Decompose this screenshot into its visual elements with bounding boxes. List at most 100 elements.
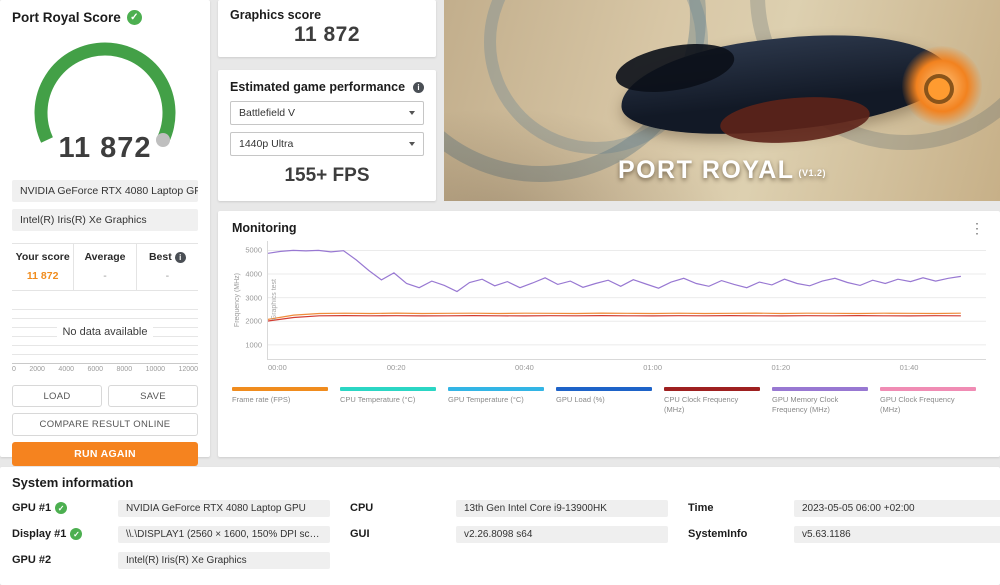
estimated-fps: 155+ FPS [284, 165, 370, 186]
airship-canopy [612, 35, 738, 101]
monitoring-legend: Frame rate (FPS) CPU Temperature (°C) GPU … [232, 387, 986, 415]
legend-item: CPU Temperature (°C) [340, 387, 436, 415]
legend-label: CPU Temperature (°C) [340, 395, 416, 404]
preset-select[interactable]: 1440p Ultra [230, 132, 424, 156]
port-royal-hero-banner: PORT ROYAL (V1.2) [444, 0, 1000, 201]
save-button[interactable]: SAVE [108, 385, 198, 407]
load-button[interactable]: LOAD [12, 385, 102, 407]
y-tick-label: 1000 [245, 340, 262, 350]
system-information-panel: System information GPU #1 ✓ NVIDIA GeForce… [0, 467, 1000, 585]
x-tick-label: 01:40 [899, 363, 919, 372]
your-score-column: Your score 11 872 [12, 244, 73, 290]
axis-tick: 0 [12, 366, 16, 373]
axis-tick: 12000 [178, 366, 198, 373]
monitoring-title: Monitoring [232, 221, 297, 235]
graphics-score-value: 11 872 [293, 23, 361, 46]
score-comparison: Your score 11 872 Average - Best i - [12, 243, 198, 291]
gpu1-pill: NVIDIA GeForce RTX 4080 Laptop GPU [12, 180, 198, 202]
average-value: - [103, 270, 107, 282]
sysinfo-row: Display #1 ✓ \\.\DISPLAY1 (2560 × 1600, 15… [12, 524, 340, 544]
airship-keel [718, 91, 872, 149]
axis-tick: 4000 [58, 366, 74, 373]
x-tick-label: 01:20 [771, 363, 791, 372]
game-select[interactable]: Battlefield V [230, 101, 424, 125]
page-title: Port Royal Score [12, 10, 121, 25]
engine-glow [902, 46, 982, 126]
legend-item: GPU Memory Clock Frequency (MHz) [772, 387, 868, 415]
game-performance-title: Estimated game performance [230, 80, 406, 94]
your-score-value: 11 872 [26, 270, 59, 282]
sysinfo-label: GPU #1 ✓ [12, 502, 118, 514]
y-tick-label: 5000 [245, 245, 262, 255]
no-data-label: No data available [57, 324, 153, 339]
legend-label: GPU Memory Clock Frequency (MHz) [772, 395, 839, 415]
sysinfo-value: v5.63.1186 [794, 525, 1000, 543]
sysinfo-value: v2.26.8098 s64 [456, 525, 668, 543]
kebab-menu-icon[interactable]: ⋮ [968, 221, 986, 235]
sysinfo-label: CPU [350, 502, 374, 514]
y-ticks: 5000 4000 3000 2000 1000 [243, 241, 267, 359]
game-performance-card: Estimated game performance i Battlefield… [218, 70, 436, 201]
series-line [268, 314, 961, 322]
legend-label: GPU Load (%) [556, 395, 605, 404]
axis-tick: 8000 [116, 366, 133, 373]
legend-label: CPU Clock Frequency (MHz) [664, 395, 739, 415]
axis-tick: 10000 [145, 366, 166, 373]
sysinfo-group-1: CPU 13th Gen Intel Core i9-13900HK GUI v2.2… [350, 492, 678, 570]
sysinfo-row: SystemInfo v5.63.1186 [688, 524, 1000, 544]
average-column: Average - [73, 244, 135, 290]
engine-core [924, 74, 954, 104]
legend-label: Frame rate (FPS) [232, 395, 291, 404]
x-tick-label: 00:40 [515, 363, 534, 372]
score-gauge: 11 872 [12, 27, 198, 173]
compare-result-online-button[interactable]: COMPARE RESULT ONLINE [12, 413, 198, 436]
sysinfo-label: GPU #2 [12, 554, 52, 566]
y-tick-label: 2000 [245, 316, 262, 326]
ring-structure-decoration [484, 0, 708, 154]
game-performance-info-icon[interactable]: i [413, 81, 424, 93]
sysinfo-value: 13th Gen Intel Core i9-13900HK [456, 499, 668, 517]
hero-title: PORT ROYAL (V1.2) [444, 156, 1000, 185]
hero-title-text: PORT ROYAL [617, 156, 795, 184]
axis-tick: 6000 [87, 366, 104, 373]
score-panel: Port Royal Score ✓ 11 872 NVIDIA GeForce… [0, 0, 210, 466]
sysinfo-label: Display #1 ✓ [12, 528, 118, 540]
y-tick-label: 4000 [245, 269, 262, 279]
best-column: Best i - [135, 244, 198, 290]
sysinfo-value: \\.\DISPLAY1 (2560 × 1600, 150% DPI scal… [118, 525, 330, 543]
legend-item: GPU Temperature (°C) [448, 387, 544, 415]
legend-swatch [448, 387, 544, 391]
ring-structure-decoration [750, 0, 1000, 150]
best-info-icon[interactable]: i [174, 251, 186, 263]
legend-label: GPU Clock Frequency (MHz) [880, 395, 955, 415]
legend-item: GPU Load (%) [556, 387, 652, 415]
sysinfo-label: GUI [350, 528, 370, 540]
preset-select-value: 1440p Ultra [239, 138, 294, 150]
sysinfo-row: Time 2023-05-05 06:00 +02:00 [688, 498, 1000, 518]
series-line [268, 249, 961, 293]
legend-swatch [556, 387, 652, 391]
sysinfo-row: CPU 13th Gen Intel Core i9-13900HK [350, 498, 678, 518]
legend-swatch [340, 387, 436, 391]
sysinfo-group-0: GPU #1 ✓ NVIDIA GeForce RTX 4080 Laptop GP… [12, 492, 340, 570]
average-label: Average [84, 251, 126, 263]
legend-item: Frame rate (FPS) [232, 387, 328, 415]
legend-label: GPU Temperature (°C) [448, 395, 524, 404]
chevron-down-icon [409, 142, 415, 146]
best-label: Best [148, 251, 172, 263]
sysinfo-row: GPU #2 Intel(R) Iris(R) Xe Graphics [12, 550, 340, 570]
hero-version: (V1.2) [798, 168, 827, 178]
x-tick-label: 00:00 [268, 363, 287, 372]
legend-item: CPU Clock Frequency (MHz) [664, 387, 760, 415]
overall-score: 11 872 [58, 132, 152, 164]
legend-swatch [232, 387, 328, 391]
graphics-score-label: Graphics score [230, 8, 322, 22]
axis-tick: 2000 [29, 366, 45, 373]
legend-swatch [880, 387, 976, 391]
monitoring-plot: Graphics test [267, 241, 986, 360]
score-distribution-axis: 0 2000 4000 6000 8000 10000 12000 [12, 363, 198, 373]
run-again-button[interactable]: RUN AGAIN [12, 442, 198, 466]
x-ticks: 00:00 00:20 00:40 01:00 01:20 01:40 [268, 363, 986, 375]
monitoring-panel: Monitoring ⋮ Frequency (MHz) 5000 4000 300… [218, 211, 1000, 457]
sysinfo-group-2: Time 2023-05-05 06:00 +02:00 SystemInfo v5.… [688, 492, 1000, 570]
